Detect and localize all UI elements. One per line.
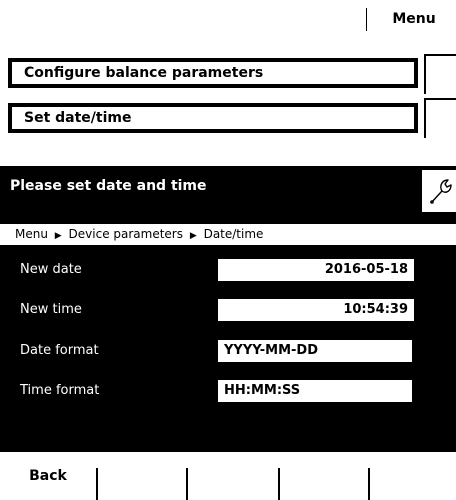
menu-item-set-date-time[interactable]: Set date/time bbox=[8, 103, 418, 133]
breadcrumb: Menu ▶ Device parameters ▶ Date/time bbox=[0, 224, 456, 245]
wrench-icon bbox=[430, 179, 452, 204]
breadcrumb-separator: ▶ bbox=[54, 231, 62, 241]
softkey-4[interactable] bbox=[280, 452, 368, 500]
menu-button[interactable]: Menu bbox=[372, 8, 456, 31]
breadcrumb-separator: ▶ bbox=[189, 231, 197, 241]
new-time-field[interactable]: 10:54:39 bbox=[218, 299, 414, 321]
settings-button[interactable] bbox=[420, 170, 456, 212]
breadcrumb-item[interactable]: Menu bbox=[15, 227, 48, 241]
softkey-2[interactable] bbox=[98, 452, 186, 500]
breadcrumb-item: Date/time bbox=[203, 227, 264, 241]
dialog-title: Please set date and time bbox=[10, 178, 207, 194]
back-button[interactable]: Back bbox=[0, 452, 96, 500]
time-format-field[interactable]: HH:MM:SS bbox=[218, 380, 412, 402]
breadcrumb-item[interactable]: Device parameters bbox=[69, 227, 183, 241]
new-date-label: New date bbox=[20, 262, 82, 277]
softkey-3[interactable] bbox=[188, 452, 278, 500]
new-time-label: New time bbox=[20, 302, 82, 317]
menu-item-label: Configure balance parameters bbox=[24, 65, 264, 81]
date-format-field[interactable]: YYYY-MM-DD bbox=[218, 340, 412, 362]
time-format-label: Time format bbox=[20, 383, 100, 398]
menu-item-configure-balance[interactable]: Configure balance parameters bbox=[8, 58, 418, 88]
scrollbar-segment[interactable] bbox=[424, 54, 456, 94]
menu-item-label: Set date/time bbox=[24, 110, 132, 126]
date-format-label: Date format bbox=[20, 343, 99, 358]
scrollbar-segment[interactable] bbox=[424, 98, 456, 138]
new-date-field[interactable]: 2016-05-18 bbox=[218, 259, 414, 281]
softkey-5[interactable] bbox=[370, 452, 456, 500]
menu-divider bbox=[366, 8, 367, 31]
